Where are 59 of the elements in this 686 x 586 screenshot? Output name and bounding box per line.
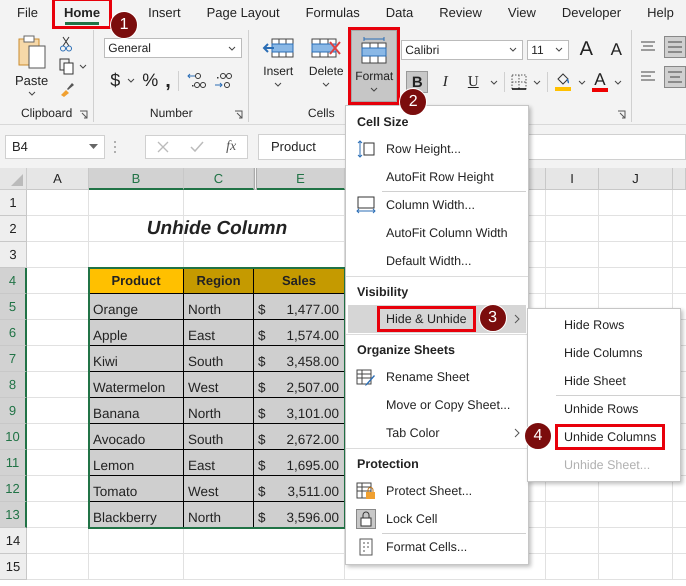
group-label: Clipboard xyxy=(20,106,72,120)
menu-item-label: Move or Copy Sheet... xyxy=(385,397,512,414)
menu-item-label: Hide Sheet xyxy=(563,373,627,390)
sheet-title: Unhide Column xyxy=(146,218,288,241)
menu-section-heading: Organize Sheets xyxy=(356,342,456,359)
table-cell: $ 1,477.00 xyxy=(254,294,345,320)
table-cell: East xyxy=(184,320,254,346)
menu-section-heading: Visibility xyxy=(356,284,410,301)
table-cell: Watermelon xyxy=(89,372,184,398)
table-cell: $ 3,511.00 xyxy=(254,476,345,502)
step-badge: 4 xyxy=(524,422,552,450)
menu-item-label: Row Height... xyxy=(385,141,462,158)
table-header-cell: Region xyxy=(184,268,254,294)
table-cell: East xyxy=(184,450,254,476)
table-cell: Kiwi xyxy=(89,346,184,372)
table-cell: North xyxy=(184,294,254,320)
menu-item-label: Hide Columns xyxy=(563,345,644,362)
table-cell: Lemon xyxy=(89,450,184,476)
group-label: Number xyxy=(150,106,193,120)
table-cell: $ 1,574.00 xyxy=(254,320,345,346)
table-cell: $ 3,458.00 xyxy=(254,346,345,372)
table-cell: $ 2,672.00 xyxy=(254,424,345,450)
step-badge: 3 xyxy=(478,304,507,332)
table-header-cell: Product xyxy=(89,268,184,294)
menu-item-label: Tab Color xyxy=(385,425,440,442)
menu-item-label: Format Cells... xyxy=(385,539,468,556)
menu-item-label: Unhide Sheet... xyxy=(563,457,652,474)
menu-item-label: AutoFit Row Height xyxy=(385,169,495,186)
menu-item-label: Lock Cell xyxy=(385,511,438,528)
table-cell: Apple xyxy=(89,320,184,346)
menu-section-heading: Protection xyxy=(356,456,420,472)
table-cell: Orange xyxy=(89,294,184,320)
table-cell: South xyxy=(184,424,254,450)
table-cell: Tomato xyxy=(89,476,184,502)
table-header-cell: Sales xyxy=(254,268,345,294)
table-cell: $ 1,695.00 xyxy=(254,450,345,476)
table-cell: $ 3,596.00 xyxy=(254,502,345,528)
table-cell: West xyxy=(184,476,254,502)
menu-item-label: Unhide Rows xyxy=(563,401,640,418)
menu-item-label: Hide & Unhide xyxy=(380,309,473,329)
table-cell: $ 3,101.00 xyxy=(254,398,345,424)
menu-item-label: Default Width... xyxy=(385,253,472,270)
table-cell: North xyxy=(184,502,254,528)
menu-item-label: Column Width... xyxy=(385,197,476,214)
menu-item-label: Rename Sheet xyxy=(385,369,470,386)
table-cell: Avocado xyxy=(89,424,184,450)
table-cell: South xyxy=(184,346,254,372)
table-cell: Banana xyxy=(89,398,184,424)
table-cell: Blackberry xyxy=(89,502,184,528)
menu-item-label: Protect Sheet... xyxy=(385,483,474,500)
table-cell: $ 2,507.00 xyxy=(254,372,345,398)
menu-section-heading: Cell Size xyxy=(356,114,410,130)
menu-item-label: Unhide Columns xyxy=(558,427,662,447)
table-cell: North xyxy=(184,398,254,424)
table-cell: West xyxy=(184,372,254,398)
step-badge: 1 xyxy=(110,10,138,38)
menu-item-label: AutoFit Column Width xyxy=(385,225,509,242)
group-label: Cells xyxy=(308,106,335,120)
menu-item-label: Hide Rows xyxy=(563,317,626,334)
